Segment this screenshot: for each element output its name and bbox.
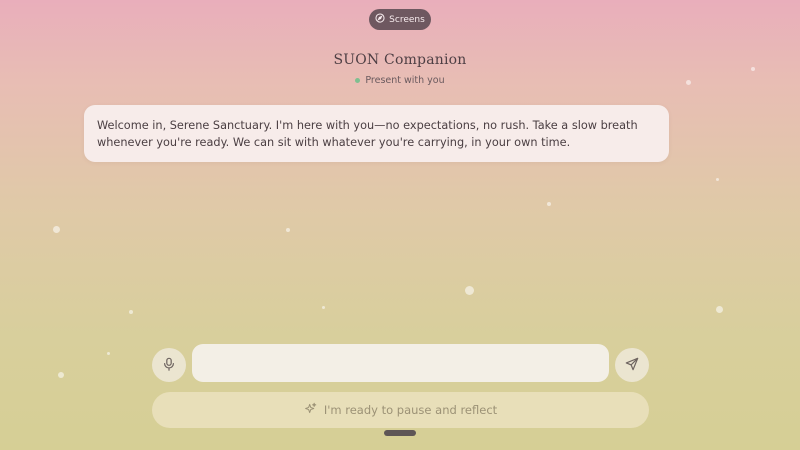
presence-dot <box>355 78 361 83</box>
home-indicator[interactable] <box>384 430 416 436</box>
presence-label: Present with you <box>365 75 445 86</box>
screens-label: Screens <box>389 14 425 25</box>
compass-icon <box>375 13 385 26</box>
chat-header: SUON Companion Present with you <box>0 52 800 87</box>
message-input[interactable] <box>192 344 609 382</box>
sparkles-icon <box>304 402 317 418</box>
send-icon <box>625 356 639 375</box>
presence-status: Present with you <box>355 75 445 86</box>
companion-message: Welcome in, Serene Sanctuary. I'm here w… <box>84 105 669 162</box>
send-button[interactable] <box>615 348 649 382</box>
pause-reflect-button[interactable]: I'm ready to pause and reflect <box>152 392 649 428</box>
screens-button[interactable]: Screens <box>369 9 431 30</box>
microphone-button[interactable] <box>152 348 186 382</box>
message-text: Welcome in, Serene Sanctuary. I'm here w… <box>97 119 638 149</box>
companion-title: SUON Companion <box>333 52 467 68</box>
microphone-icon <box>162 356 176 375</box>
pause-reflect-label: I'm ready to pause and reflect <box>323 403 498 417</box>
